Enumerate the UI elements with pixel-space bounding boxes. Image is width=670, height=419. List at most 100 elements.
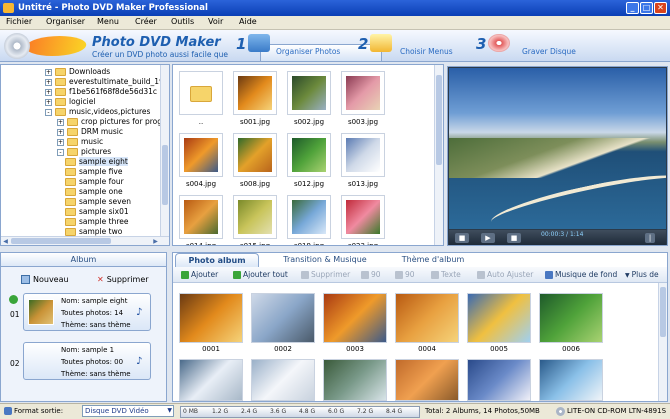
- album-photo[interactable]: [323, 293, 387, 343]
- file-thumbnail[interactable]: [341, 195, 385, 239]
- album-photo[interactable]: [251, 359, 315, 401]
- expand-icon[interactable]: +: [45, 68, 52, 76]
- tree-item[interactable]: + logiciel: [45, 97, 95, 107]
- step-choose-menus[interactable]: 2 Choisir Menus: [358, 32, 458, 61]
- file-browser[interactable]: .. s001.jpg s002.jpg s003.jpg s004.jpg s008.j…: [172, 64, 444, 246]
- expand-icon[interactable]: +: [45, 88, 52, 96]
- file-thumbnail[interactable]: [341, 133, 385, 177]
- file-thumbnail[interactable]: [233, 71, 277, 115]
- expand-icon[interactable]: +: [57, 118, 64, 126]
- file-thumbnail[interactable]: [341, 71, 385, 115]
- tree-item[interactable]: + Downloads: [45, 67, 110, 77]
- menu-organiser[interactable]: Organiser: [46, 17, 85, 26]
- tree-horizontal-scrollbar[interactable]: ◀ ▶: [1, 236, 169, 245]
- menu-outils[interactable]: Outils: [171, 17, 194, 26]
- tree-item[interactable]: sample three: [65, 217, 129, 227]
- tree-item[interactable]: sample seven: [65, 197, 131, 207]
- play-album-icon[interactable]: [9, 295, 18, 304]
- album-photo[interactable]: [467, 359, 531, 401]
- expand-icon[interactable]: +: [57, 128, 64, 136]
- file-thumbnail[interactable]: [179, 133, 223, 177]
- menu-fichier[interactable]: Fichier: [6, 17, 32, 26]
- tree-item[interactable]: sample one: [65, 187, 123, 197]
- tree-item[interactable]: - pictures: [57, 147, 111, 157]
- rotate-right-button[interactable]: 90: [395, 270, 415, 279]
- add-all-button[interactable]: Ajouter tout: [233, 270, 288, 279]
- album-photo[interactable]: [323, 359, 387, 401]
- tree-item[interactable]: sample four: [65, 177, 124, 187]
- file-thumbnail[interactable]: [179, 195, 223, 239]
- tab-transition-music[interactable]: Transition & Musique: [265, 253, 385, 267]
- auto-adjust-label: Auto Ajuster: [487, 270, 534, 279]
- tree-vertical-scrollbar[interactable]: [160, 65, 169, 237]
- album-photo[interactable]: [395, 293, 459, 343]
- tab-album-theme[interactable]: Thème d'album: [373, 253, 493, 267]
- maximize-button[interactable]: □: [640, 2, 653, 14]
- album-name: Nom: sample eight: [61, 297, 128, 305]
- rotate-left-button[interactable]: 90: [361, 270, 381, 279]
- album-card-2[interactable]: Nom: sample 1 Toutes photos: 00 Thème: s…: [23, 342, 151, 380]
- file-thumbnail[interactable]: [287, 195, 331, 239]
- text-button[interactable]: Texte: [431, 270, 461, 279]
- more-button[interactable]: ▼ Plus de: [625, 270, 659, 279]
- volume-slider[interactable]: |: [645, 233, 655, 243]
- file-thumbnail[interactable]: [287, 133, 331, 177]
- step-burn-disc[interactable]: 3 Graver Disque: [476, 32, 586, 61]
- new-album-button[interactable]: Nouveau: [21, 275, 69, 284]
- auto-adjust-button[interactable]: Auto Ajuster: [477, 270, 533, 279]
- tree-item[interactable]: sample six01: [65, 207, 129, 217]
- background-music-button[interactable]: Musique de fond: [545, 270, 617, 279]
- menu-voir[interactable]: Voir: [208, 17, 223, 26]
- album-photo[interactable]: [179, 359, 243, 401]
- collapse-icon[interactable]: -: [45, 108, 52, 116]
- album-photo[interactable]: [539, 293, 603, 343]
- album-photo[interactable]: [251, 293, 315, 343]
- expand-icon[interactable]: +: [57, 138, 64, 146]
- tree-item[interactable]: - music,videos,pictures: [45, 107, 150, 117]
- album-card-1[interactable]: Nom: sample eight Toutes photos: 14 Thèm…: [23, 293, 151, 331]
- files-vertical-scrollbar[interactable]: [434, 65, 443, 245]
- album-photo[interactable]: [467, 293, 531, 343]
- tab-photo-album[interactable]: Photo album: [175, 253, 259, 267]
- photo-thumbnail: [346, 76, 380, 110]
- collapse-icon[interactable]: -: [57, 148, 64, 156]
- tree-item[interactable]: sample five: [65, 167, 122, 177]
- close-button[interactable]: ✕: [654, 2, 667, 14]
- tree-item[interactable]: + crop pictures for program in: [57, 117, 169, 127]
- minimize-button[interactable]: _: [626, 2, 639, 14]
- output-format-select[interactable]: Disque DVD Vidéo ▼: [82, 405, 174, 417]
- rotate-right-label: 90: [405, 270, 415, 279]
- menu-bar: Fichier Organiser Menu Créer Outils Voir…: [0, 16, 670, 30]
- tree-item[interactable]: + music: [57, 137, 103, 147]
- photo-album-area: Photo album Transition & Musique Thème d…: [172, 252, 668, 402]
- tree-item-label: f1be561f68f8de56d31c: [69, 87, 158, 96]
- album-photo[interactable]: [179, 293, 243, 343]
- expand-icon[interactable]: +: [45, 98, 52, 106]
- add-button[interactable]: Ajouter: [181, 270, 218, 279]
- album-panel: Album Nouveau ✕ Supprimer 01 Nom: sample …: [0, 252, 167, 402]
- stop-button[interactable]: ■: [507, 233, 521, 243]
- menu-aide[interactable]: Aide: [239, 17, 257, 26]
- album-tab[interactable]: Album: [1, 253, 166, 267]
- file-thumbnail[interactable]: [179, 71, 223, 115]
- menu-creer[interactable]: Créer: [135, 17, 157, 26]
- file-name: s002.jpg: [293, 118, 325, 126]
- tree-item[interactable]: + DRM music: [57, 127, 123, 137]
- play-button[interactable]: ▶: [481, 233, 495, 243]
- expand-icon[interactable]: +: [45, 78, 52, 86]
- album-vertical-scrollbar[interactable]: [658, 283, 667, 401]
- music-icon: [545, 271, 553, 279]
- delete-album-button[interactable]: ✕ Supprimer: [97, 275, 149, 284]
- folder-tree[interactable]: + Downloads + everestultimate_build_1996 + f1…: [0, 64, 170, 246]
- delete-photo-button[interactable]: Supprimer: [301, 270, 350, 279]
- tree-item[interactable]: + everestultimate_build_1996: [45, 77, 169, 87]
- file-thumbnail[interactable]: [287, 71, 331, 115]
- menu-menu[interactable]: Menu: [97, 17, 119, 26]
- tree-item[interactable]: + f1be561f68f8de56d31c: [45, 87, 157, 97]
- album-photo[interactable]: [395, 359, 459, 401]
- tree-item[interactable]: sample eight: [65, 157, 128, 167]
- stop-icon[interactable]: ■: [455, 233, 469, 243]
- album-photo[interactable]: [539, 359, 603, 401]
- file-thumbnail[interactable]: [233, 195, 277, 239]
- file-thumbnail[interactable]: [233, 133, 277, 177]
